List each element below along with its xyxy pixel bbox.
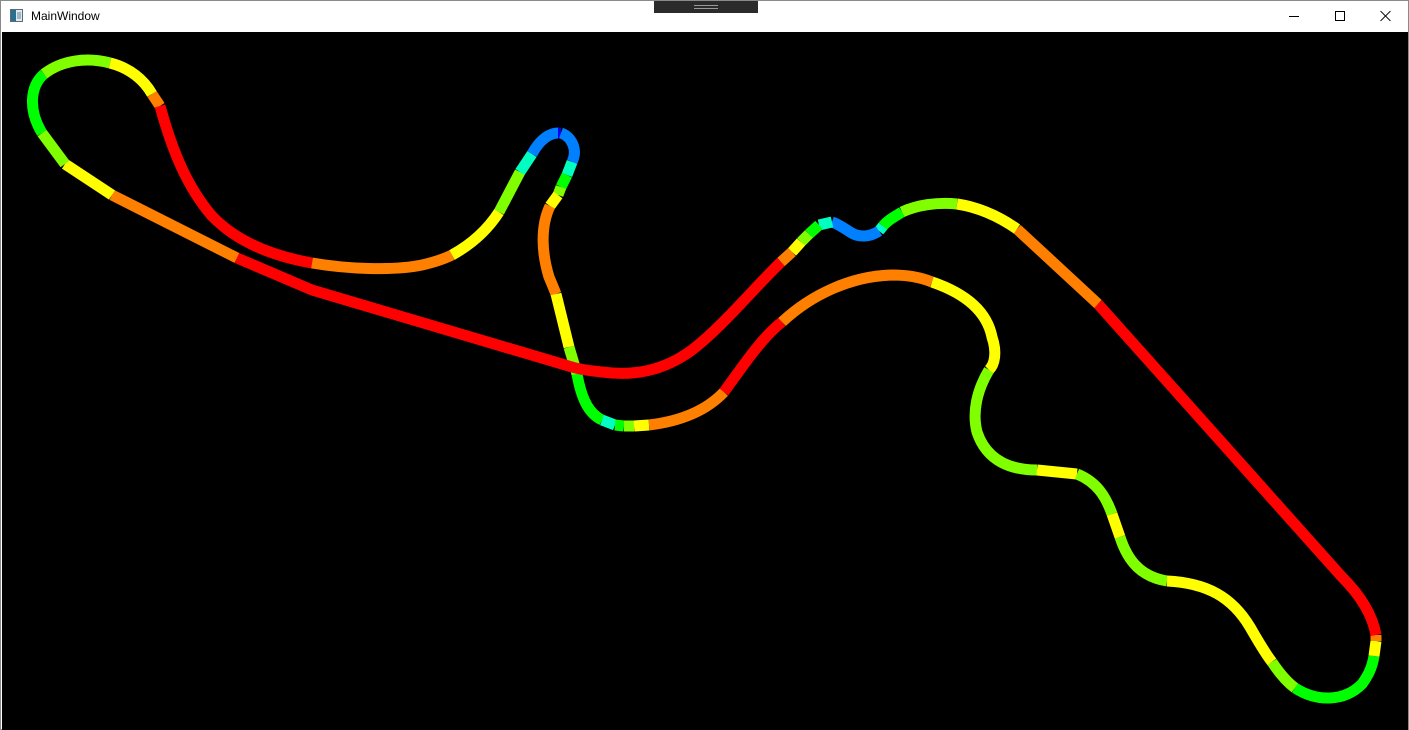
track-segment-red: [719, 317, 786, 396]
track-segment-yellow-green: [37, 129, 70, 168]
track-segment-yellow: [545, 191, 563, 210]
track-segment-yellow-green: [797, 230, 813, 246]
track-segment-green: [878, 207, 905, 230]
track-segment-green: [805, 220, 823, 239]
track-map: [26, 54, 1382, 704]
track-segment-orange: [777, 247, 796, 267]
track-segment-cyan: [874, 222, 888, 235]
track-segment-yellow-green: [1267, 658, 1299, 693]
window-title: MainWindow: [31, 9, 100, 23]
maximize-icon: [1335, 11, 1345, 21]
track-segment-cyan: [600, 414, 617, 431]
track-segment-green: [26, 69, 48, 136]
track-map-canvas: [2, 32, 1408, 730]
track-segment-yellow-green: [1114, 535, 1169, 587]
track-segment-orange: [1013, 224, 1102, 309]
track-segment-yellow: [956, 198, 1021, 234]
track-segment-yellow: [1368, 640, 1382, 657]
track-segment-orange: [778, 269, 935, 327]
track-segment-yellow: [61, 159, 116, 200]
track-segment-green: [556, 172, 572, 190]
track-segment-yellow: [550, 292, 575, 349]
track-segment-yellow: [930, 276, 1001, 374]
track-segment-yellow-green: [552, 185, 567, 197]
track-segment-yellow: [449, 208, 504, 260]
track-segment-green: [571, 372, 605, 425]
close-button[interactable]: [1363, 1, 1409, 31]
track-segment-yellow-green: [494, 169, 525, 215]
track-segment-cyan: [561, 160, 578, 177]
maximize-button[interactable]: [1317, 1, 1363, 31]
close-icon: [1380, 10, 1392, 22]
track-segment-yellow: [633, 419, 650, 432]
track-segment-blue: [830, 216, 883, 242]
main-window: MainWindow: [0, 0, 1409, 730]
snap-drag-handle[interactable]: [654, 1, 758, 13]
track-segment-yellow: [108, 57, 157, 97]
track-segment-red: [154, 104, 313, 269]
track-segment-yellow: [1036, 464, 1078, 480]
track-segment-yellow-green: [969, 367, 1038, 476]
track-segment-yellow: [1166, 575, 1277, 666]
minimize-icon: [1289, 16, 1299, 17]
track-segment-cyan: [817, 216, 834, 231]
track-segment-red: [234, 252, 785, 379]
track-segment-yellow-green: [40, 54, 112, 79]
track-segment-yellow: [787, 238, 806, 256]
track-segment-cyan: [515, 150, 537, 176]
track-segment-blue: [527, 127, 559, 157]
track-segment-orange: [537, 203, 562, 297]
app-icon: [10, 9, 23, 22]
track-segment-green: [614, 419, 625, 432]
minimize-button[interactable]: [1271, 1, 1317, 31]
track-segment-blue: [558, 127, 580, 165]
track-segment-green: [1292, 655, 1380, 704]
track-segment-orange: [311, 250, 455, 275]
track-segment-yellow-green: [1074, 468, 1118, 516]
track-segment-orange: [648, 388, 728, 431]
track-segment-orange: [147, 90, 165, 110]
track-segment-red: [1093, 300, 1382, 637]
title-bar[interactable]: MainWindow: [1, 1, 1408, 31]
track-segment-yellow-green: [899, 197, 958, 218]
track-segment-yellow: [1106, 512, 1126, 539]
